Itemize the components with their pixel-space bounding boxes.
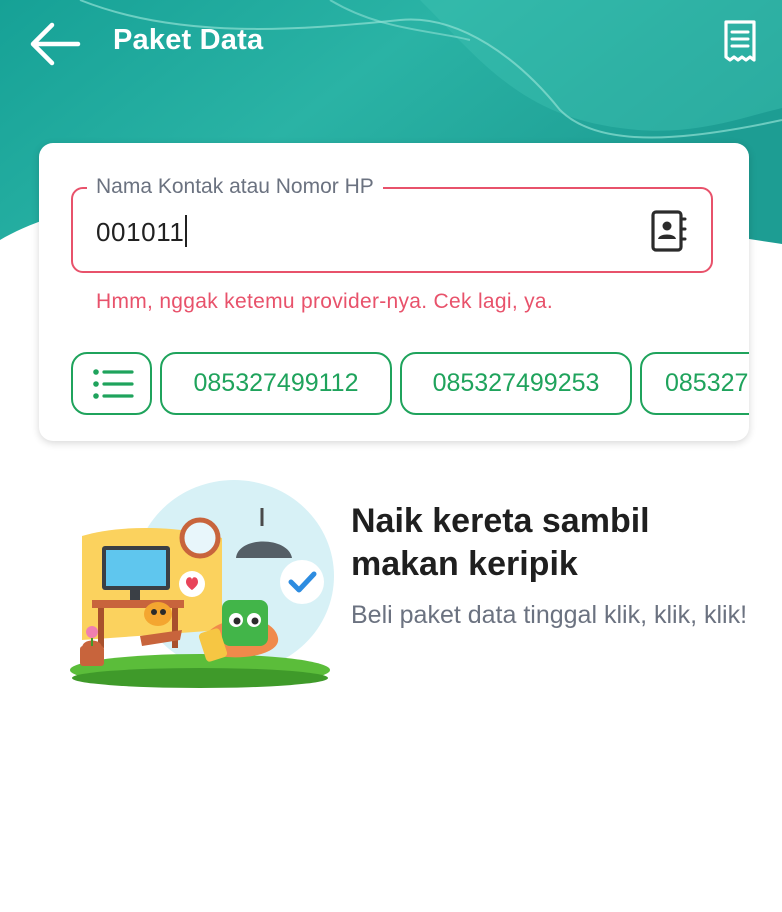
page-title: Paket Data <box>113 24 264 56</box>
phone-number-input[interactable]: 001011 <box>96 215 188 249</box>
back-button[interactable] <box>26 18 82 70</box>
list-icon <box>93 369 134 399</box>
receipt-icon <box>724 20 756 62</box>
recent-number-chip[interactable]: 085327 <box>640 352 749 415</box>
phone-number-field[interactable]: Nama Kontak atau Nomor HP 001011 <box>71 173 713 273</box>
saved-numbers-button[interactable] <box>71 352 152 415</box>
promo-title: Naik kereta sambil makan keripik <box>351 502 650 583</box>
promo-subtitle: Beli paket data tinggal klik, klik, klik… <box>351 601 748 629</box>
recent-number-chip[interactable]: 085327499253 <box>400 352 632 415</box>
recent-numbers-row[interactable]: 085327499112 085327499253 085327 <box>71 352 749 416</box>
arrow-left-icon <box>30 22 81 66</box>
contact-picker-button[interactable] <box>647 207 691 255</box>
paket-data-screen: Paket Data Nama Kontak atau Nomor HP 001… <box>0 0 782 912</box>
contact-book-icon <box>651 210 687 252</box>
phone-number-value: 001011 <box>96 217 185 247</box>
transaction-history-button[interactable] <box>718 18 762 66</box>
recent-number-chip[interactable]: 085327499112 <box>160 352 392 415</box>
phone-input-card: Nama Kontak atau Nomor HP 001011 Hmm, ng… <box>39 143 749 441</box>
phone-field-label: Nama Kontak atau Nomor HP <box>87 173 383 201</box>
text-caret <box>185 215 188 247</box>
living-room-illustration <box>70 480 334 688</box>
error-message: Hmm, nggak ketemu provider-nya. Cek lagi… <box>96 290 554 313</box>
